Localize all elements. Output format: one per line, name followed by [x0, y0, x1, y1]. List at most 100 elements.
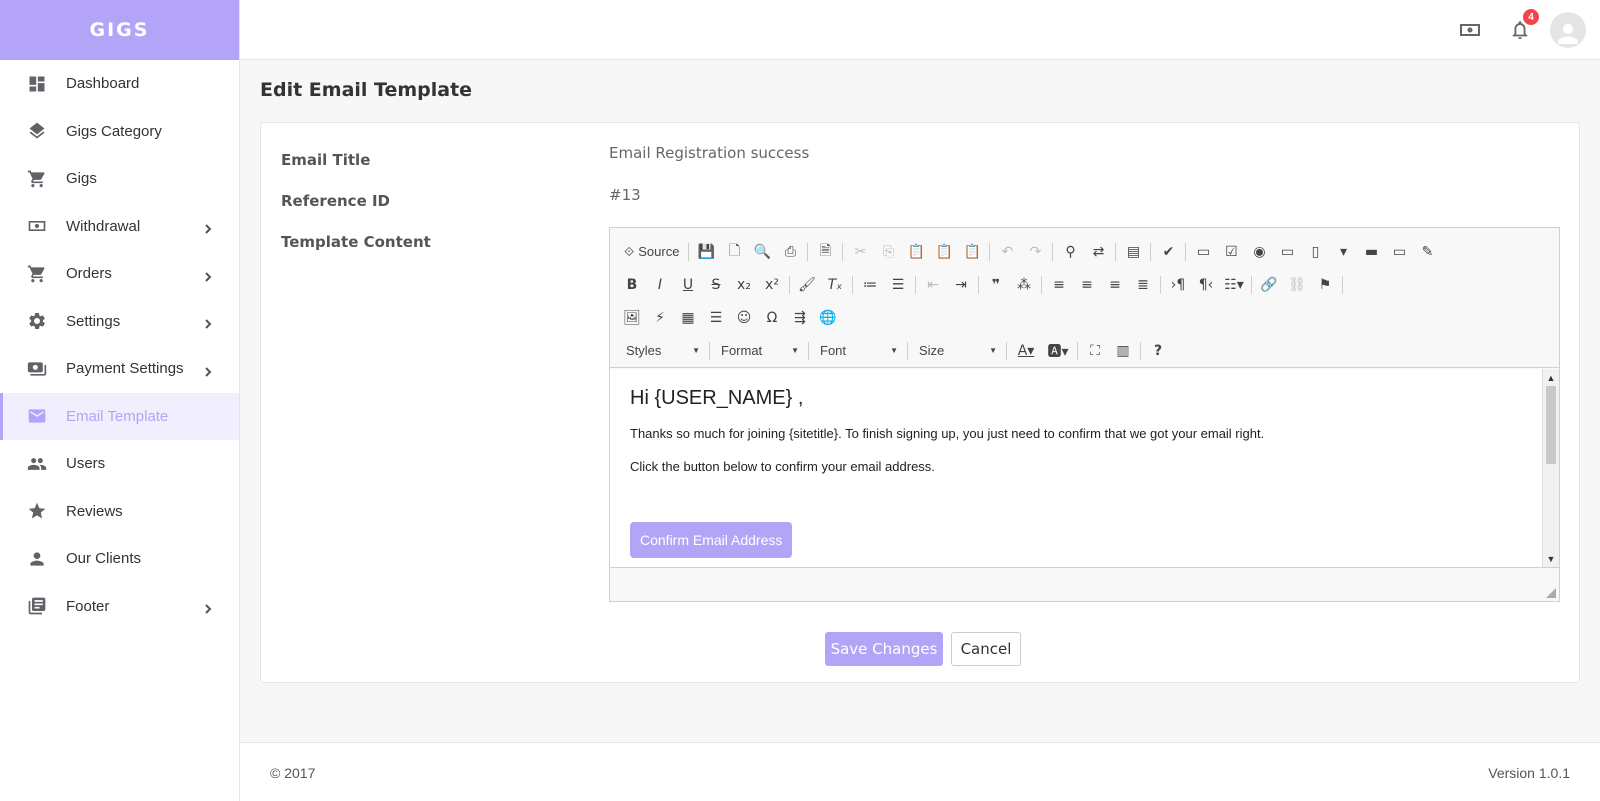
align-left-icon[interactable]: ≡ — [1045, 272, 1073, 298]
help-icon[interactable]: ? — [1144, 338, 1172, 364]
print-icon[interactable]: ⎙ — [776, 239, 804, 265]
dropdown-arrow-icon: ▼ — [692, 346, 700, 355]
styles-dropdown[interactable]: Styles ▼ — [618, 338, 706, 364]
radio-icon[interactable]: ◉ — [1245, 239, 1273, 265]
outdent-icon[interactable]: ⇤ — [919, 272, 947, 298]
scroll-up-icon[interactable]: ▲ — [1543, 369, 1559, 386]
blockquote-icon[interactable]: ❞ — [982, 272, 1010, 298]
align-justify-icon[interactable]: ≣ — [1129, 272, 1157, 298]
scroll-thumb[interactable] — [1546, 386, 1556, 464]
copy-format-icon[interactable]: 🖌 — [793, 272, 821, 298]
textfield-icon[interactable]: ▭ — [1273, 239, 1301, 265]
copy-icon[interactable]: ⎘ — [874, 239, 902, 265]
page-break-icon[interactable]: ⇶ — [786, 305, 814, 331]
sidebar: GIGS Dashboard Gigs Category Gigs Withdr… — [0, 0, 240, 801]
hidden-field-icon[interactable]: ✎ — [1413, 239, 1441, 265]
find-icon[interactable]: ⚲ — [1056, 239, 1084, 265]
scroll-down-icon[interactable]: ▼ — [1543, 550, 1559, 567]
sidebar-item-orders[interactable]: Orders — [0, 250, 239, 298]
anchor-icon[interactable]: ⚑ — [1311, 272, 1339, 298]
unlink-icon[interactable]: ⛓ — [1283, 272, 1311, 298]
bulleted-list-icon[interactable]: ☰ — [884, 272, 912, 298]
cart-icon — [26, 263, 48, 285]
paste-word-icon[interactable]: 📋 — [958, 239, 986, 265]
size-dropdown[interactable]: Size ▼ — [911, 338, 1003, 364]
iframe-icon[interactable]: 🌐 — [814, 305, 842, 331]
sidebar-item-label: Gigs Category — [66, 122, 162, 140]
brand-logo[interactable]: GIGS — [0, 0, 239, 60]
align-center-icon[interactable]: ≡ — [1073, 272, 1101, 298]
save-icon[interactable]: 💾 — [692, 239, 720, 265]
link-icon[interactable]: 🔗 — [1255, 272, 1283, 298]
format-dropdown[interactable]: Format ▼ — [713, 338, 805, 364]
sidebar-item-gigs[interactable]: Gigs — [0, 155, 239, 203]
bold-icon[interactable]: B — [618, 272, 646, 298]
strikethrough-icon[interactable]: S — [702, 272, 730, 298]
flash-icon[interactable]: ⚡ — [646, 305, 674, 331]
button-icon[interactable]: ▬ — [1357, 239, 1385, 265]
resize-handle-icon[interactable] — [1546, 588, 1556, 598]
sidebar-item-footer[interactable]: Footer — [0, 583, 239, 631]
sidebar-item-withdrawal[interactable]: Withdrawal — [0, 203, 239, 251]
undo-icon[interactable]: ↶ — [993, 239, 1021, 265]
paste-text-icon[interactable]: 📋 — [930, 239, 958, 265]
remove-format-icon[interactable]: Tₓ — [821, 272, 849, 298]
horizontal-line-icon[interactable]: ☰ — [702, 305, 730, 331]
sidebar-item-gigs-category[interactable]: Gigs Category — [0, 108, 239, 156]
numbered-list-icon[interactable]: ≔ — [856, 272, 884, 298]
new-page-icon[interactable]: 🗋 — [720, 239, 748, 265]
superscript-icon[interactable]: x² — [758, 272, 786, 298]
sidebar-item-users[interactable]: Users — [0, 440, 239, 488]
table-icon[interactable]: ▦ — [674, 305, 702, 331]
source-button[interactable]: ⟐ Source — [618, 239, 685, 265]
rtl-icon[interactable]: ¶‹ — [1192, 272, 1220, 298]
sidebar-item-dashboard[interactable]: Dashboard — [0, 60, 239, 108]
div-icon[interactable]: ⁂ — [1010, 272, 1038, 298]
show-blocks-icon[interactable]: ▥ — [1109, 338, 1137, 364]
sidebar-item-email-template[interactable]: Email Template — [0, 392, 239, 440]
preview-icon[interactable]: 🔍 — [748, 239, 776, 265]
sidebar-item-our-clients[interactable]: Our Clients — [0, 535, 239, 583]
image-button-icon[interactable]: ▭ — [1385, 239, 1413, 265]
sidebar-item-label: Settings — [66, 312, 121, 330]
templates-icon[interactable]: 🗎 — [811, 239, 839, 265]
bell-icon[interactable]: 4 — [1506, 9, 1539, 44]
editor-content-area[interactable]: Hi {USER_NAME} , Thanks so much for join… — [610, 369, 1543, 567]
editor-scrollbar[interactable]: ▲ ▼ — [1542, 369, 1559, 567]
save-changes-button[interactable]: Save Changes — [825, 632, 943, 666]
underline-icon[interactable]: U — [674, 272, 702, 298]
confirm-email-button[interactable]: Confirm Email Address — [630, 522, 793, 558]
sidebar-item-settings[interactable]: Settings — [0, 298, 239, 346]
font-dropdown[interactable]: Font ▼ — [812, 338, 904, 364]
select-all-icon[interactable]: ▤ — [1119, 239, 1147, 265]
sidebar-item-reviews[interactable]: Reviews — [0, 488, 239, 536]
content-greeting: Hi {USER_NAME} , — [630, 387, 804, 409]
special-char-icon[interactable]: Ω — [758, 305, 786, 331]
text-color-icon[interactable]: A▾ — [1010, 338, 1042, 364]
textarea-icon[interactable]: ▯ — [1301, 239, 1329, 265]
user-avatar[interactable] — [1550, 12, 1586, 48]
replace-icon[interactable]: ⇄ — [1084, 239, 1112, 265]
form-icon[interactable]: ▭ — [1189, 239, 1217, 265]
language-icon[interactable]: ☷▾ — [1220, 272, 1248, 298]
cut-icon[interactable]: ✂ — [846, 239, 874, 265]
subscript-icon[interactable]: x₂ — [730, 272, 758, 298]
smiley-icon[interactable]: ☺ — [730, 305, 758, 331]
background-color-icon[interactable]: 🅰▾ — [1042, 338, 1074, 364]
sidebar-item-payment-settings[interactable]: Payment Settings — [0, 345, 239, 393]
paste-icon[interactable]: 📋 — [902, 239, 930, 265]
ltr-icon[interactable]: ›¶ — [1164, 272, 1192, 298]
italic-icon[interactable]: I — [646, 272, 674, 298]
mail-icon — [26, 405, 48, 427]
maximize-icon[interactable]: ⛶ — [1081, 338, 1109, 364]
redo-icon[interactable]: ↷ — [1021, 239, 1049, 265]
align-right-icon[interactable]: ≡ — [1101, 272, 1129, 298]
checkbox-icon[interactable]: ☑ — [1217, 239, 1245, 265]
cancel-button[interactable]: Cancel — [951, 632, 1021, 666]
dropdown-arrow-icon: ▼ — [890, 346, 898, 355]
image-icon[interactable]: 🖼 — [618, 305, 646, 331]
select-icon[interactable]: ▾ — [1329, 239, 1357, 265]
spellcheck-icon[interactable]: ✔ — [1154, 239, 1182, 265]
indent-icon[interactable]: ⇥ — [947, 272, 975, 298]
money-icon[interactable] — [1456, 16, 1484, 44]
